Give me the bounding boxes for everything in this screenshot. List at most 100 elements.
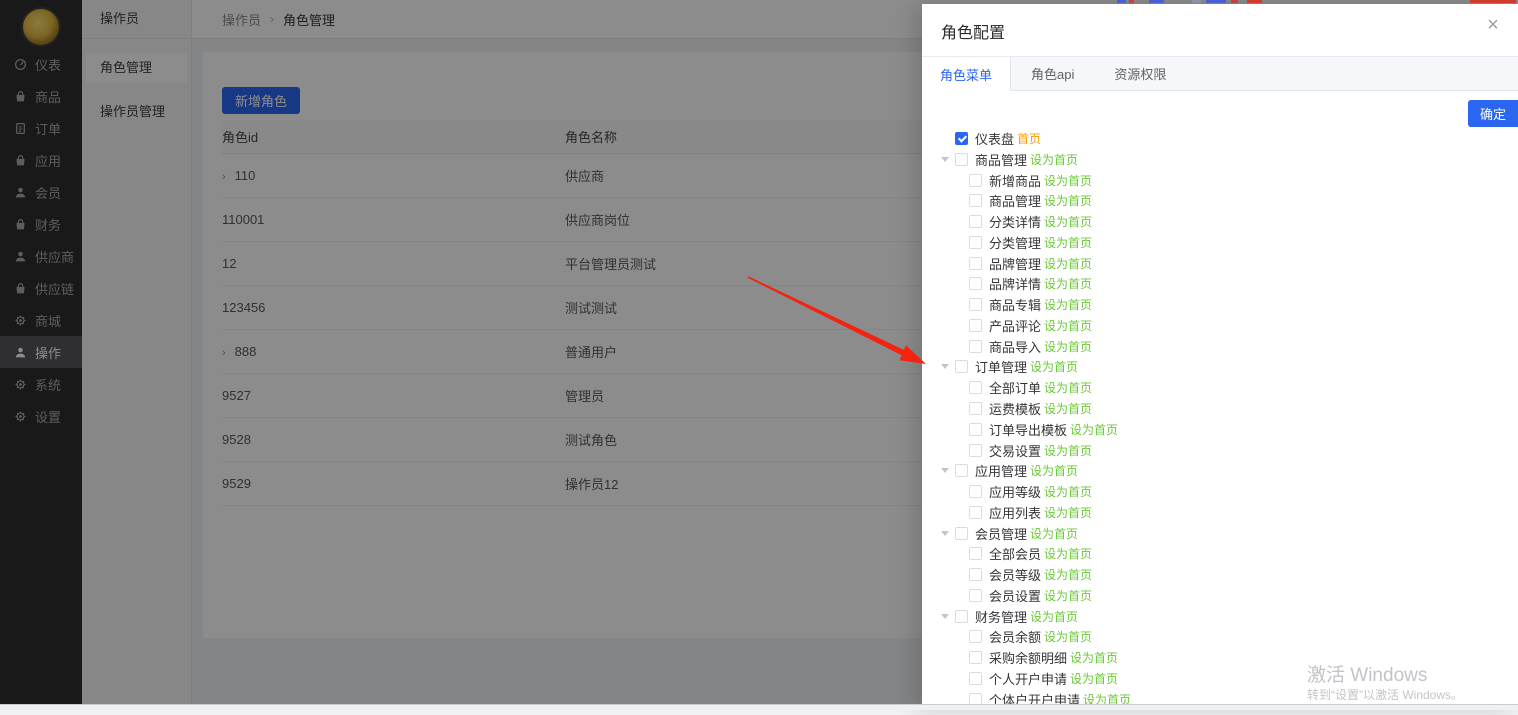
set-homepage-link[interactable]: 设为首页	[1030, 525, 1078, 542]
tree-item: 交易设置设为首页	[969, 440, 1092, 460]
tree-collapse-caret-icon[interactable]	[941, 157, 949, 162]
checkbox[interactable]	[969, 568, 982, 581]
confirm-button[interactable]: 确定	[1468, 100, 1518, 127]
checkbox[interactable]	[969, 589, 982, 602]
tree-item-label: 商品导入	[989, 337, 1041, 356]
set-homepage-link[interactable]: 设为首页	[1044, 400, 1092, 417]
role-config-drawer: 角色配置 × 角色菜单角色api资源权限 确定 仪表盘首页商品管理设为首页新增商…	[922, 4, 1518, 710]
drawer-tab[interactable]: 资源权限	[1094, 57, 1186, 90]
checkbox[interactable]	[969, 257, 982, 270]
checkbox[interactable]	[955, 153, 968, 166]
tree-collapse-caret-icon[interactable]	[941, 468, 949, 473]
set-homepage-link[interactable]: 设为首页	[1044, 566, 1092, 583]
set-homepage-link[interactable]: 设为首页	[1030, 151, 1078, 168]
tree-item: 商品管理设为首页	[941, 149, 1078, 169]
checkbox[interactable]	[969, 444, 982, 457]
set-homepage-link[interactable]: 设为首页	[1044, 628, 1092, 645]
checkbox[interactable]	[969, 506, 982, 519]
set-homepage-link[interactable]: 设为首页	[1030, 358, 1078, 375]
tree-item: 采购余额明细设为首页	[969, 647, 1118, 667]
set-homepage-link[interactable]: 设为首页	[1044, 545, 1092, 562]
tree-item-label: 会员等级	[989, 565, 1041, 584]
checkbox[interactable]	[955, 527, 968, 540]
set-homepage-link[interactable]: 设为首页	[1030, 462, 1078, 479]
set-homepage-link[interactable]: 设为首页	[1044, 317, 1092, 334]
permission-tree: 仪表盘首页商品管理设为首页新增商品设为首页商品管理设为首页分类详情设为首页分类管…	[922, 128, 1518, 710]
tree-item: 全部订单设为首页	[969, 377, 1092, 397]
set-homepage-link[interactable]: 设为首页	[1044, 504, 1092, 521]
checkbox[interactable]	[969, 630, 982, 643]
set-homepage-link[interactable]: 设为首页	[1044, 275, 1092, 292]
checkbox[interactable]	[955, 610, 968, 623]
tree-item-label: 应用等级	[989, 482, 1041, 501]
tree-item-label: 商品专辑	[989, 295, 1041, 314]
set-homepage-link[interactable]: 设为首页	[1030, 608, 1078, 625]
checkbox[interactable]	[955, 132, 968, 145]
tree-collapse-caret-icon[interactable]	[941, 531, 949, 536]
tree-item: 订单导出模板设为首页	[969, 419, 1118, 439]
set-homepage-link[interactable]: 设为首页	[1044, 255, 1092, 272]
set-homepage-link[interactable]: 设为首页	[1044, 296, 1092, 313]
tree-item-label: 全部订单	[989, 378, 1041, 397]
tree-item-label: 订单导出模板	[989, 420, 1067, 439]
checkbox[interactable]	[969, 381, 982, 394]
set-homepage-link[interactable]: 设为首页	[1044, 379, 1092, 396]
tree-item: 应用等级设为首页	[969, 481, 1092, 501]
tree-item-label: 个人开户申请	[989, 669, 1067, 688]
tree-item: 会员管理设为首页	[941, 523, 1078, 543]
tree-item-label: 商品管理	[989, 191, 1041, 210]
checkbox[interactable]	[969, 485, 982, 498]
checkbox[interactable]	[969, 547, 982, 560]
set-homepage-link[interactable]: 设为首页	[1044, 338, 1092, 355]
checkbox[interactable]	[969, 298, 982, 311]
tree-item: 分类详情设为首页	[969, 211, 1092, 231]
tree-item: 运费模板设为首页	[969, 398, 1092, 418]
checkbox[interactable]	[969, 340, 982, 353]
checkbox[interactable]	[969, 174, 982, 187]
tree-item: 品牌管理设为首页	[969, 253, 1092, 273]
checkbox[interactable]	[969, 215, 982, 228]
tree-item-label: 全部会员	[989, 544, 1041, 563]
checkbox[interactable]	[969, 236, 982, 249]
set-homepage-link[interactable]: 设为首页	[1044, 172, 1092, 189]
tree-item-label: 会员余额	[989, 627, 1041, 646]
tree-item: 应用管理设为首页	[941, 460, 1078, 480]
checkbox[interactable]	[969, 319, 982, 332]
checkbox[interactable]	[969, 672, 982, 685]
set-homepage-link[interactable]: 设为首页	[1070, 421, 1118, 438]
tree-item-label: 仪表盘	[975, 129, 1014, 148]
set-homepage-link[interactable]: 设为首页	[1044, 192, 1092, 209]
tree-item-label: 交易设置	[989, 441, 1041, 460]
drawer-tab[interactable]: 角色api	[1011, 57, 1094, 90]
tree-item-label: 品牌详情	[989, 274, 1041, 293]
tree-item: 品牌详情设为首页	[969, 273, 1092, 293]
drawer-tab[interactable]: 角色菜单	[922, 57, 1011, 91]
set-homepage-link[interactable]: 设为首页	[1044, 234, 1092, 251]
checkbox[interactable]	[969, 402, 982, 415]
tree-item-label: 运费模板	[989, 399, 1041, 418]
set-homepage-link[interactable]: 设为首页	[1044, 213, 1092, 230]
tree-item-label: 分类详情	[989, 212, 1041, 231]
tree-collapse-caret-icon[interactable]	[941, 614, 949, 619]
tree-item-label: 会员管理	[975, 524, 1027, 543]
checkbox[interactable]	[969, 423, 982, 436]
close-icon[interactable]: ×	[1481, 13, 1505, 37]
set-homepage-link[interactable]: 设为首页	[1044, 587, 1092, 604]
set-homepage-link[interactable]: 设为首页	[1070, 649, 1118, 666]
checkbox[interactable]	[969, 194, 982, 207]
tree-item: 会员等级设为首页	[969, 564, 1092, 584]
set-homepage-link[interactable]: 设为首页	[1070, 670, 1118, 687]
tree-item-label: 分类管理	[989, 233, 1041, 252]
checkbox[interactable]	[969, 651, 982, 664]
checkbox[interactable]	[969, 277, 982, 290]
set-homepage-link[interactable]: 设为首页	[1044, 442, 1092, 459]
tree-collapse-caret-icon[interactable]	[941, 364, 949, 369]
tree-item-label: 会员设置	[989, 586, 1041, 605]
homepage-badge[interactable]: 首页	[1017, 130, 1041, 147]
checkbox[interactable]	[955, 464, 968, 477]
set-homepage-link[interactable]: 设为首页	[1044, 483, 1092, 500]
drawer-header: 角色配置 ×	[922, 4, 1518, 57]
tree-item: 产品评论设为首页	[969, 315, 1092, 335]
checkbox[interactable]	[955, 360, 968, 373]
tree-item: 仪表盘首页	[941, 128, 1041, 148]
